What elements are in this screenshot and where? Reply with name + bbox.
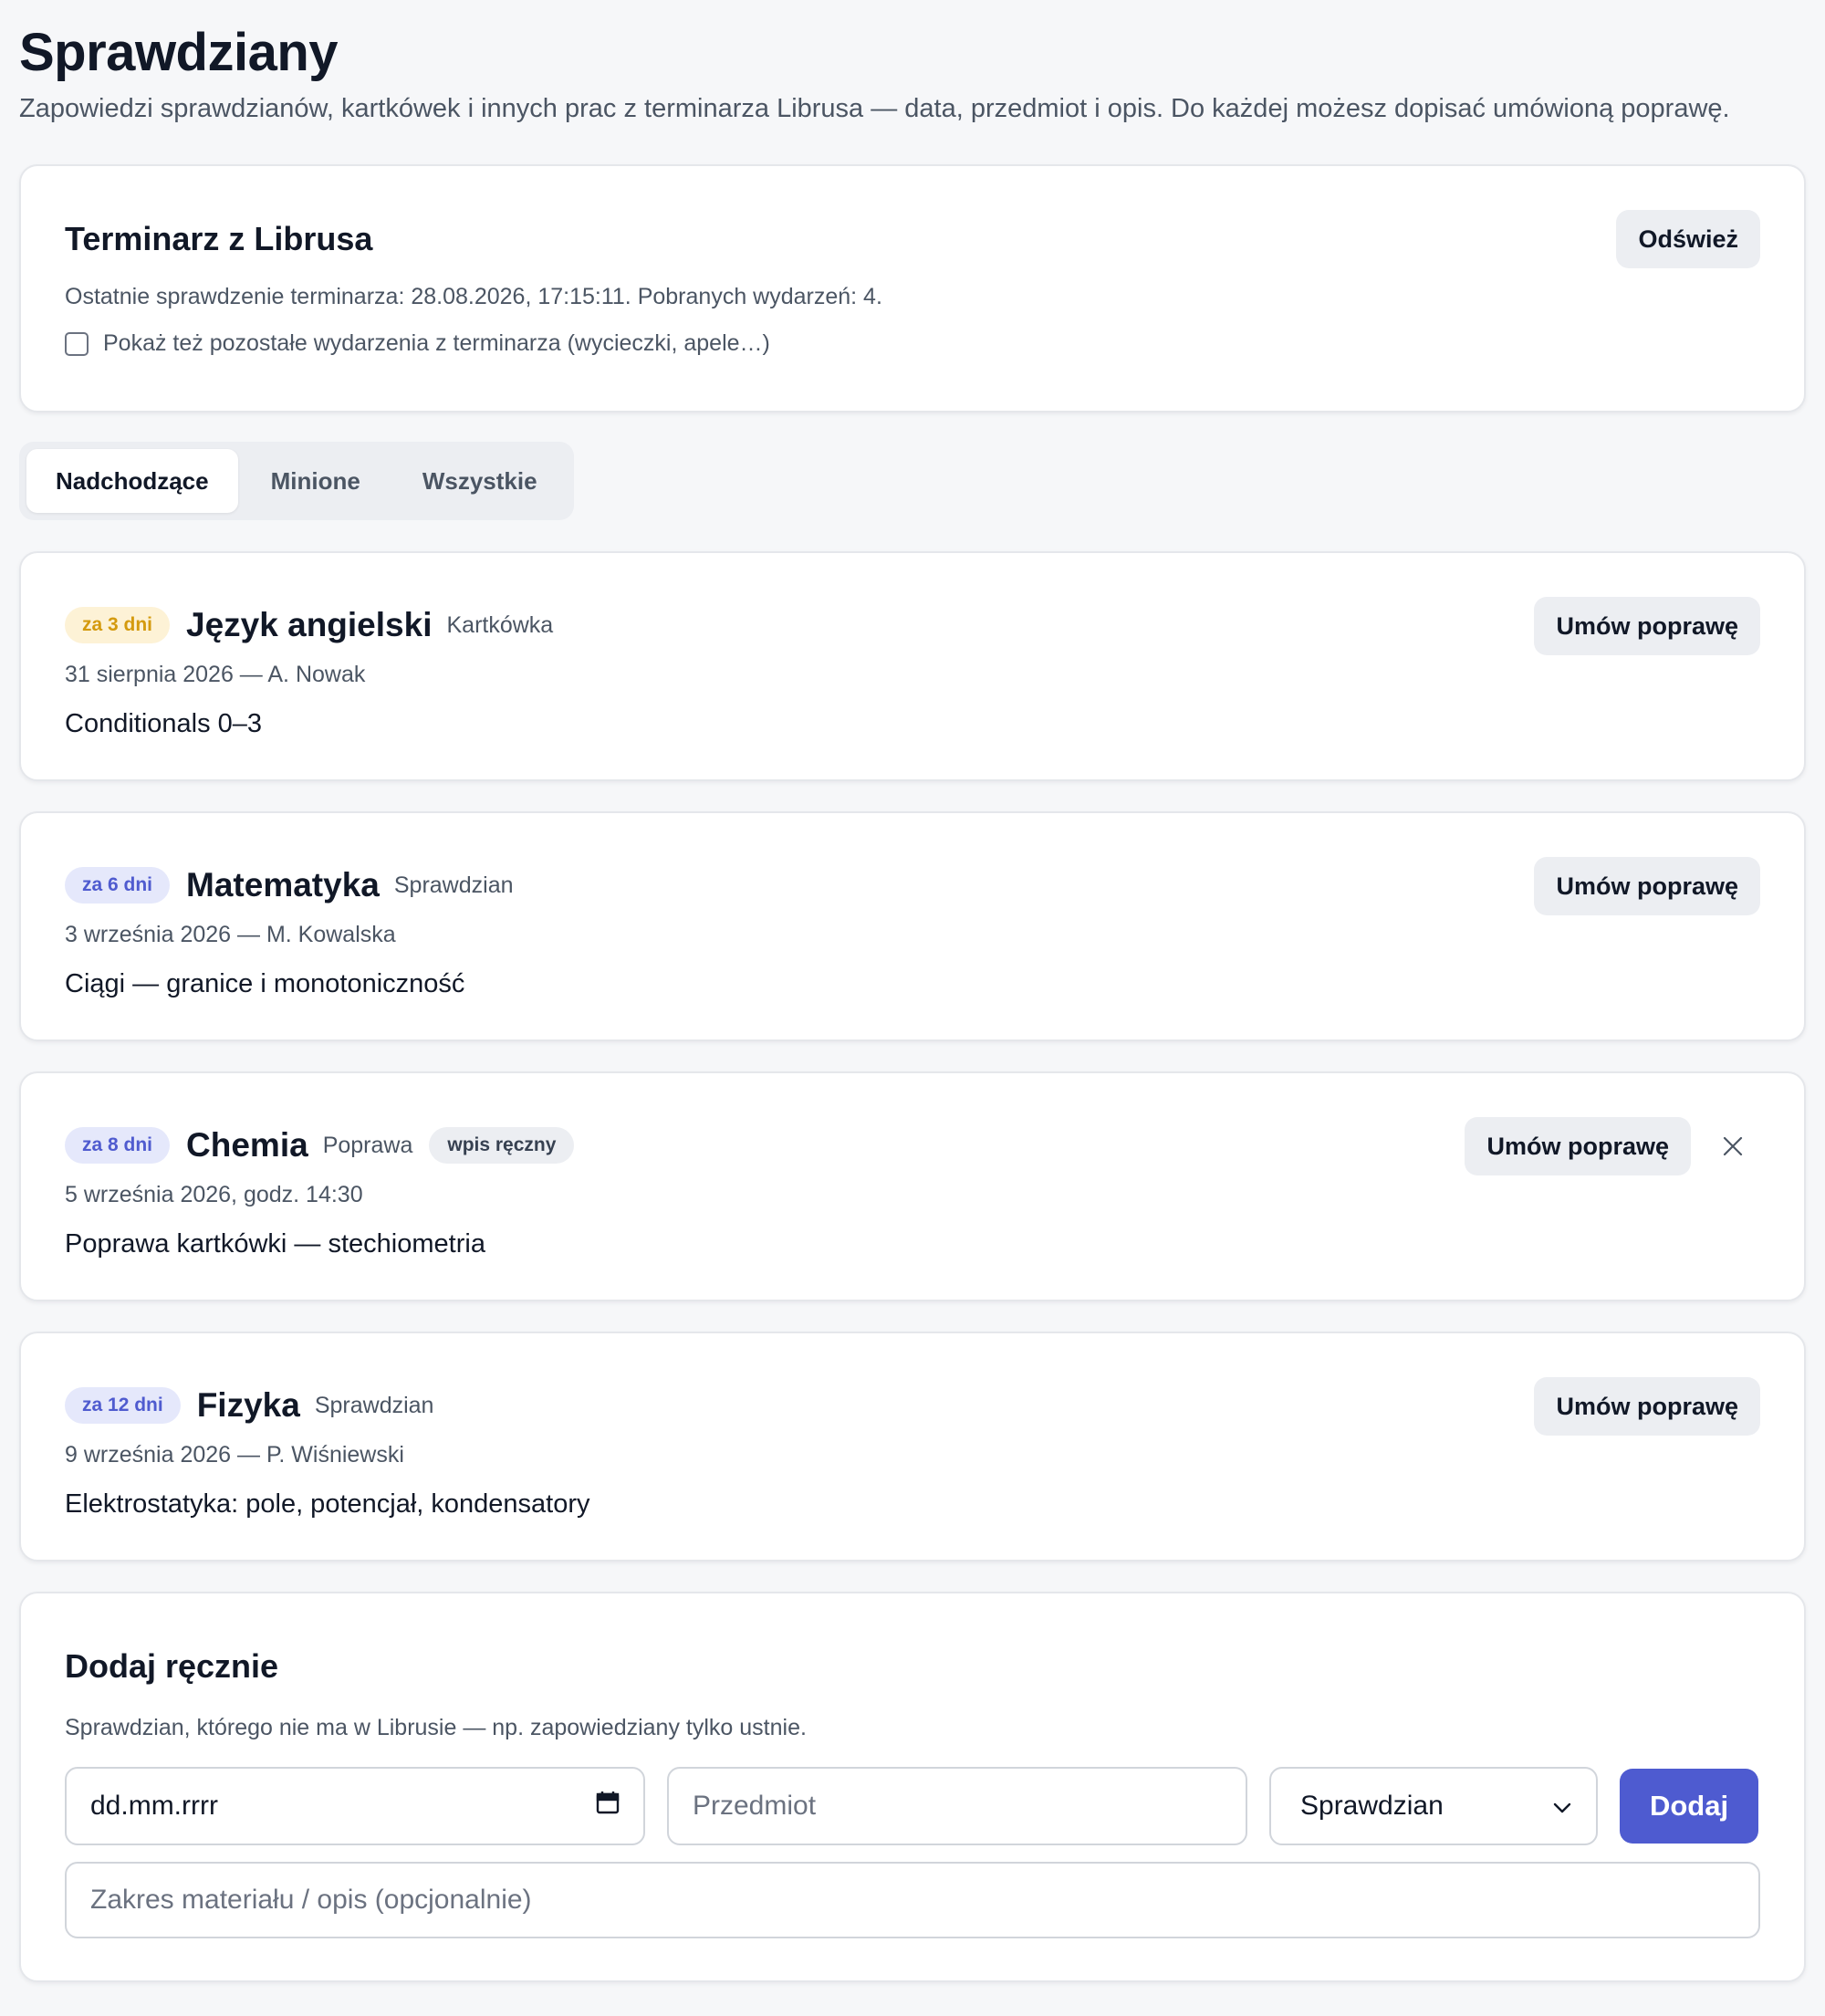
date-placeholder: dd.mm.rrrr (90, 1791, 218, 1821)
schedule-retake-button[interactable]: Umów poprawę (1465, 1117, 1691, 1175)
chevron-down-icon (1552, 1791, 1572, 1822)
exam-date: 5 września 2026, godz. 14:30 (65, 1182, 363, 1207)
exam-type: Sprawdzian (314, 1392, 434, 1418)
due-badge: za 6 dni (65, 867, 171, 904)
show-other-events-label: Pokaż też pozostałe wydarzenia z termina… (103, 330, 770, 356)
subject-input[interactable]: Przedmiot (667, 1767, 1247, 1845)
exam-subject: Język angielski (186, 606, 433, 643)
exam-tabs: Nadchodzące Minione Wszystkie (19, 442, 574, 520)
librus-card: Terminarz z Librusa Odśwież Ostatnie spr… (19, 164, 1806, 413)
exam-description: Poprawa kartkówki — stechiometria (65, 1229, 485, 1259)
exam-description: Ciągi — granice i monotoniczność (65, 969, 465, 998)
exam-date: 3 września 2026 — M. Kowalska (65, 922, 396, 947)
add-manual-heading: Dodaj ręcznie (65, 1647, 279, 1685)
exam-date: 9 września 2026 — P. Wiśniewski (65, 1442, 404, 1468)
exam-card: za 8 dni Chemia Poprawa wpis ręczny 5 wr… (19, 1071, 1806, 1301)
description-input[interactable]: Zakres materiału / opis (opcjonalnie) (65, 1862, 1760, 1938)
exam-list: za 3 dni Język angielski Kartkówka 31 si… (19, 551, 1806, 1562)
calendar-icon[interactable] (596, 1791, 620, 1822)
exam-description: Conditionals 0–3 (65, 709, 263, 738)
page-title: Sprawdziany (19, 23, 339, 82)
due-badge: za 3 dni (65, 607, 171, 643)
exam-card: za 3 dni Język angielski Kartkówka 31 si… (19, 551, 1806, 781)
add-manual-hint: Sprawdzian, którego nie ma w Librusie — … (65, 1715, 807, 1740)
add-manual-card: Dodaj ręcznie Sprawdzian, którego nie ma… (19, 1592, 1806, 1982)
refresh-button[interactable]: Odśwież (1616, 210, 1760, 268)
exam-card: za 12 dni Fizyka Sprawdzian 9 września 2… (19, 1332, 1806, 1562)
add-manual-form: dd.mm.rrrr Przedmiot Sprawdzian Dodaj (65, 1767, 1760, 1845)
librus-status: Ostatnie sprawdzenie terminarza: 28.08.2… (65, 284, 882, 309)
exam-date: 31 sierpnia 2026 — A. Nowak (65, 662, 366, 687)
show-other-events-checkbox[interactable] (65, 331, 89, 356)
page-subtitle: Zapowiedzi sprawdzianów, kartkówek i inn… (19, 94, 1730, 123)
exam-type-select[interactable]: Sprawdzian (1269, 1767, 1598, 1845)
due-badge: za 8 dni (65, 1127, 171, 1164)
exam-type: Kartkówka (446, 611, 554, 638)
exam-subject: Matematyka (186, 866, 380, 904)
due-badge: za 12 dni (65, 1387, 181, 1424)
librus-heading: Terminarz z Librusa (65, 220, 373, 257)
tab-all[interactable]: Wszystkie (393, 449, 567, 513)
schedule-retake-button[interactable]: Umów poprawę (1534, 597, 1760, 655)
exam-type: Poprawa (322, 1132, 413, 1158)
exam-subject: Fizyka (196, 1386, 300, 1424)
date-input[interactable]: dd.mm.rrrr (65, 1767, 645, 1845)
exam-card: za 6 dni Matematyka Sprawdzian 3 wrześni… (19, 811, 1806, 1041)
schedule-retake-button[interactable]: Umów poprawę (1534, 1377, 1760, 1436)
tab-upcoming[interactable]: Nadchodzące (26, 449, 238, 513)
exam-type-selected: Sprawdzian (1300, 1791, 1444, 1821)
exam-description: Elektrostatyka: pole, potencjał, kondens… (65, 1489, 590, 1519)
schedule-retake-button[interactable]: Umów poprawę (1534, 857, 1760, 915)
show-other-events-toggle[interactable]: Pokaż też pozostałe wydarzenia z termina… (65, 330, 1760, 357)
description-placeholder: Zakres materiału / opis (opcjonalnie) (90, 1885, 532, 1915)
exam-type: Sprawdzian (393, 872, 514, 898)
close-icon[interactable] (1711, 1124, 1755, 1168)
tab-past[interactable]: Minione (242, 449, 390, 513)
exam-subject: Chemia (186, 1126, 308, 1164)
subject-placeholder: Przedmiot (693, 1791, 817, 1821)
manual-entry-badge: wpis ręczny (429, 1127, 575, 1164)
add-button[interactable]: Dodaj (1620, 1769, 1758, 1844)
